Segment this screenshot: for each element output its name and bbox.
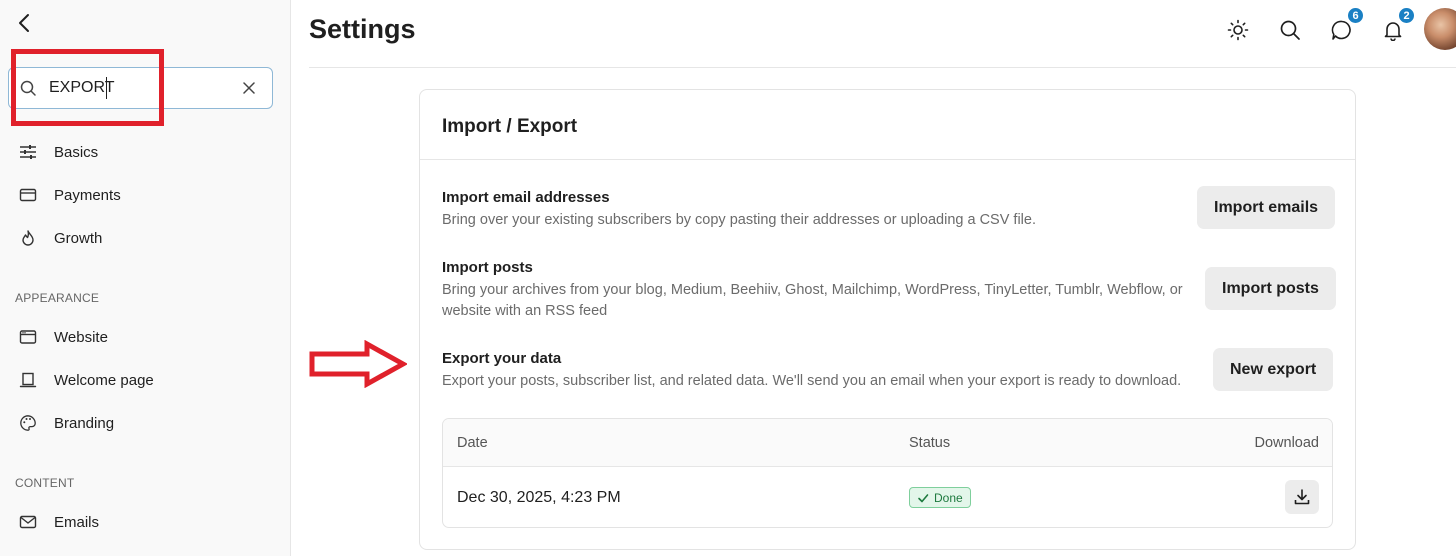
- search-icon: [20, 80, 36, 96]
- sidebar-item-label: Basics: [54, 143, 99, 161]
- table-header: Date Status Download: [443, 419, 1332, 467]
- kiosk-icon: [18, 370, 38, 390]
- header-divider: [309, 67, 1456, 68]
- import-emails-description: Bring over your existing subscribers by …: [442, 212, 1036, 228]
- sidebar-item-label: Growth: [54, 229, 103, 247]
- export-data-description: Export your posts, subscriber list, and …: [442, 373, 1182, 389]
- download-button[interactable]: [1285, 480, 1319, 514]
- download-icon: [1294, 489, 1310, 505]
- notifications-badge: 2: [1397, 6, 1416, 25]
- sliders-icon: [18, 142, 38, 162]
- annotation-arrow-icon: [309, 340, 407, 388]
- sidebar-item-branding[interactable]: Branding: [18, 410, 114, 436]
- close-icon[interactable]: [241, 80, 257, 96]
- sidebar-item-label: Payments: [54, 186, 121, 204]
- palette-icon: [18, 413, 38, 433]
- flame-icon: [18, 228, 38, 248]
- sun-icon: [1227, 19, 1249, 41]
- back-button[interactable]: [14, 12, 36, 34]
- messages-badge: 6: [1346, 6, 1365, 25]
- column-header-date: Date: [457, 435, 488, 451]
- status-label: Done: [934, 490, 963, 505]
- import-posts-title: Import posts: [442, 259, 533, 276]
- section-label-content: CONTENT: [15, 476, 75, 490]
- card-title: Import / Export: [442, 116, 578, 137]
- import-emails-title: Import email addresses: [442, 189, 610, 206]
- search-icon: [1280, 20, 1300, 40]
- credit-card-icon: [18, 185, 38, 205]
- exports-table: Date Status Download Dec 30, 2025, 4:23 …: [442, 418, 1333, 528]
- check-icon: [918, 493, 929, 502]
- search-input[interactable]: [49, 77, 229, 99]
- export-date: Dec 30, 2025, 4:23 PM: [457, 489, 621, 506]
- status-badge: Done: [909, 487, 971, 508]
- sidebar-item-label: Emails: [54, 513, 100, 531]
- sidebar-item-payments[interactable]: Payments: [18, 182, 121, 208]
- import-posts-description: Bring your archives from your blog, Medi…: [442, 282, 1183, 298]
- header-search-button[interactable]: [1277, 17, 1303, 43]
- card-divider: [420, 159, 1355, 160]
- sidebar-item-label: Branding: [54, 414, 115, 432]
- import-emails-button[interactable]: Import emails: [1197, 186, 1336, 229]
- browser-window-icon: [18, 327, 38, 347]
- settings-search[interactable]: [8, 67, 273, 109]
- text-cursor: [106, 77, 107, 99]
- import-posts-button[interactable]: Import posts: [1205, 267, 1336, 310]
- mail-icon: [18, 512, 38, 532]
- new-export-button[interactable]: New export: [1213, 348, 1334, 391]
- sidebar-item-label: Welcome page: [54, 371, 154, 389]
- sidebar-item-growth[interactable]: Growth: [18, 225, 102, 251]
- sidebar-item-label: Website: [54, 328, 108, 346]
- sidebar-item-basics[interactable]: Basics: [18, 139, 98, 165]
- sidebar: Basics Payments Growth APPEARANCE Websit…: [0, 0, 291, 556]
- import-posts-description-2: website with an RSS feed: [442, 303, 608, 319]
- column-header-download: Download: [1254, 435, 1320, 451]
- sidebar-item-welcome-page[interactable]: Welcome page: [18, 367, 154, 393]
- sidebar-item-emails[interactable]: Emails: [18, 509, 99, 535]
- page-title: Settings: [309, 14, 416, 44]
- column-header-status: Status: [909, 435, 951, 451]
- avatar[interactable]: [1424, 8, 1456, 50]
- section-label-appearance: APPEARANCE: [15, 291, 100, 305]
- chevron-left-icon: [19, 14, 29, 32]
- export-data-title: Export your data: [442, 350, 562, 367]
- theme-toggle-button[interactable]: [1225, 17, 1251, 43]
- sidebar-item-website[interactable]: Website: [18, 324, 108, 350]
- import-export-card: Import / Export Import email addresses B…: [419, 89, 1356, 550]
